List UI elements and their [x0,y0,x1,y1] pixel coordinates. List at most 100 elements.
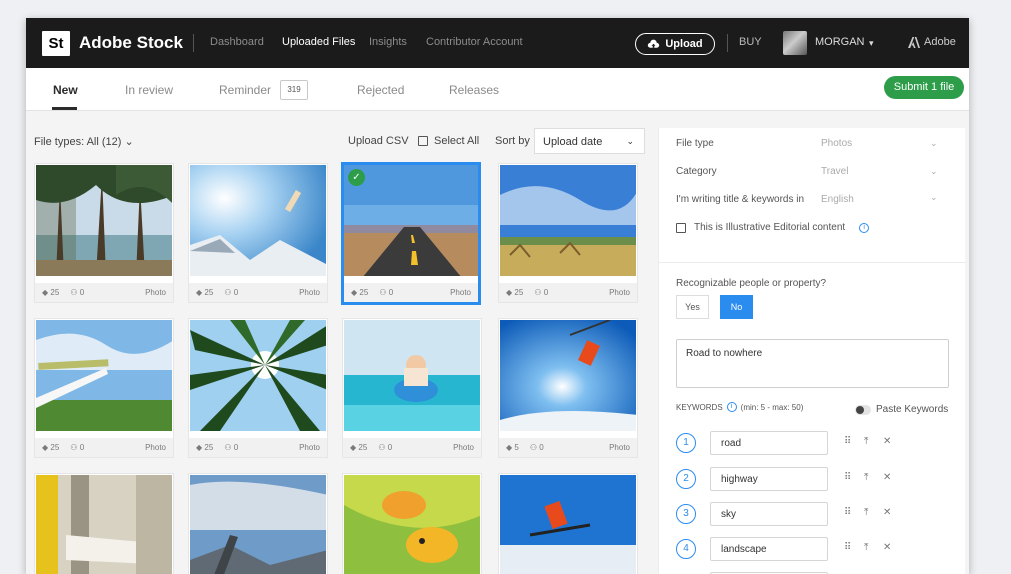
chevron-down-icon: ⌄ [124,136,134,148]
adobe-logo-icon [908,36,920,48]
chevron-down-icon: ⌄ [626,136,634,146]
keyword-count: ◆ 25 [196,443,214,452]
photo-thumbnail [500,165,636,276]
file-types-dropdown[interactable]: File types: All (12) ⌄ [34,135,134,148]
user-name[interactable]: MORGAN [815,36,865,48]
remove-keyword-icon[interactable]: ✕ [883,472,891,483]
sort-select[interactable]: Upload date ⌄ [534,128,645,154]
nav-insights[interactable]: Insights [369,36,407,48]
brand-name[interactable]: Adobe Stock [79,33,183,53]
info-icon[interactable]: i [726,402,737,412]
people-count: ⚇ 0 [529,443,544,452]
people-count: ⚇ 0 [534,288,549,297]
keyword-rank: 2 [676,469,696,489]
remove-keyword-icon[interactable]: ✕ [883,436,891,447]
status-tab-bar: New In review Reminder 319 Rejected Rele… [26,68,969,111]
nav-uploaded-files[interactable]: Uploaded Files [282,36,355,48]
photo-thumbnail [344,320,480,431]
language-label: I'm writing title & keywords in [676,194,805,205]
yes-button[interactable]: Yes [676,295,709,319]
nav-dashboard[interactable]: Dashboard [210,36,264,48]
paste-keywords-toggle[interactable]: Paste Keywords [855,404,948,415]
keywords-header: KEYWORDS i (min: 5 - max: 50) [676,402,803,412]
tab-new[interactable]: New [53,83,78,97]
no-button[interactable]: No [720,295,753,319]
drag-handle-icon[interactable]: ⠿ [844,472,851,483]
asset-card[interactable]: ◆ 25 ⚇ 0 Photo [34,163,174,303]
asset-meta: ◆ 25 ⚇ 0 Photo [35,438,173,457]
asset-card[interactable]: ◆ 25 ⚇ 0 Photo [342,318,482,458]
people-count: ⚇ 0 [224,443,239,452]
asset-card[interactable]: ◆ 25 ⚇ 0 Photo [188,163,328,303]
keyword-row: 3 sky ⠿ ⤒ ✕ [676,502,936,528]
move-to-top-icon[interactable]: ⤒ [864,507,868,518]
tab-releases[interactable]: Releases [449,83,499,97]
stock-logo[interactable]: St [42,31,70,56]
keyword-row: 4 landscape ⠿ ⤒ ✕ [676,537,936,563]
asset-card[interactable] [34,473,174,574]
asset-card[interactable] [188,473,328,574]
submit-button[interactable]: Submit 1 file [884,76,964,99]
keyword-input[interactable]: sky [710,502,828,526]
people-count: ⚇ 0 [379,288,394,297]
asset-type: Photo [299,288,320,297]
drag-handle-icon[interactable]: ⠿ [844,542,851,553]
drag-handle-icon[interactable]: ⠿ [844,507,851,518]
nav-contributor-account[interactable]: Contributor Account [426,36,523,48]
keyword-input[interactable]: highway [710,467,828,491]
people-count: ⚇ 0 [70,288,85,297]
nav-divider [727,34,728,52]
paste-keywords-label: Paste Keywords [876,404,949,415]
photo-thumbnail [190,165,326,276]
buy-link[interactable]: BUY [739,36,762,48]
keyword-input[interactable]: road [710,431,828,455]
keyword-rank: 1 [676,433,696,453]
asset-card[interactable]: ◆ 5 ⚇ 0 Photo [498,318,638,458]
move-to-top-icon[interactable]: ⤒ [864,436,868,447]
keyword-rank: 3 [676,504,696,524]
asset-card-selected[interactable]: ✓ ◆ 25 ⚇ 0 Photo [341,162,481,305]
upload-button[interactable]: Upload [635,33,715,55]
asset-card[interactable]: ◆ 25 ⚇ 0 Photo [34,318,174,458]
tab-in-review[interactable]: In review [125,83,173,97]
editorial-checkbox[interactable]: This is Illustrative Editorial content i [676,222,870,233]
chevron-down-icon[interactable]: ▾ [869,38,874,49]
tab-reminder[interactable]: Reminder [219,83,271,97]
asset-type: Photo [145,288,166,297]
asset-card[interactable]: ◆ 25 ⚇ 0 Photo [498,163,638,303]
title-field[interactable]: Road to nowhere [676,339,949,388]
asset-card[interactable]: ◆ 25 ⚇ 0 Photo [188,318,328,458]
file-type-select[interactable]: Photos [821,138,852,149]
category-select[interactable]: Travel [821,166,848,177]
keyword-count: ◆ 25 [351,288,369,297]
info-icon[interactable]: i [859,222,870,233]
avatar[interactable] [783,31,807,55]
tab-rejected[interactable]: Rejected [357,83,404,97]
chevron-down-icon[interactable]: ⌄ [930,166,938,177]
asset-type: Photo [299,443,320,452]
keyword-count: ◆ 25 [350,443,368,452]
reminder-count-badge: 319 [280,80,308,100]
chevron-down-icon[interactable]: ⌄ [930,192,938,203]
editorial-label: This is Illustrative Editorial content [694,222,846,233]
language-select[interactable]: English [821,194,854,205]
keyword-input[interactable]: landscape [710,537,828,561]
asset-type: Photo [453,443,474,452]
toggle-switch[interactable] [855,404,871,415]
asset-card[interactable] [342,473,482,574]
upload-csv-link[interactable]: Upload CSV [348,135,409,147]
sort-value: Upload date [543,136,603,148]
move-to-top-icon[interactable]: ⤒ [864,542,868,553]
chevron-down-icon[interactable]: ⌄ [930,138,938,149]
asset-card[interactable] [498,473,638,574]
adobe-link[interactable]: Adobe [908,36,956,48]
remove-keyword-icon[interactable]: ✕ [883,542,891,553]
remove-keyword-icon[interactable]: ✕ [883,507,891,518]
keywords-rule: (min: 5 - max: 50) [740,402,804,412]
select-all-checkbox[interactable]: Select All [418,135,479,147]
keyword-row: 2 highway ⠿ ⤒ ✕ [676,467,936,493]
asset-type: Photo [609,288,630,297]
move-to-top-icon[interactable]: ⤒ [864,472,868,483]
file-types-label: File types: All (12) [34,136,122,148]
drag-handle-icon[interactable]: ⠿ [844,436,851,447]
